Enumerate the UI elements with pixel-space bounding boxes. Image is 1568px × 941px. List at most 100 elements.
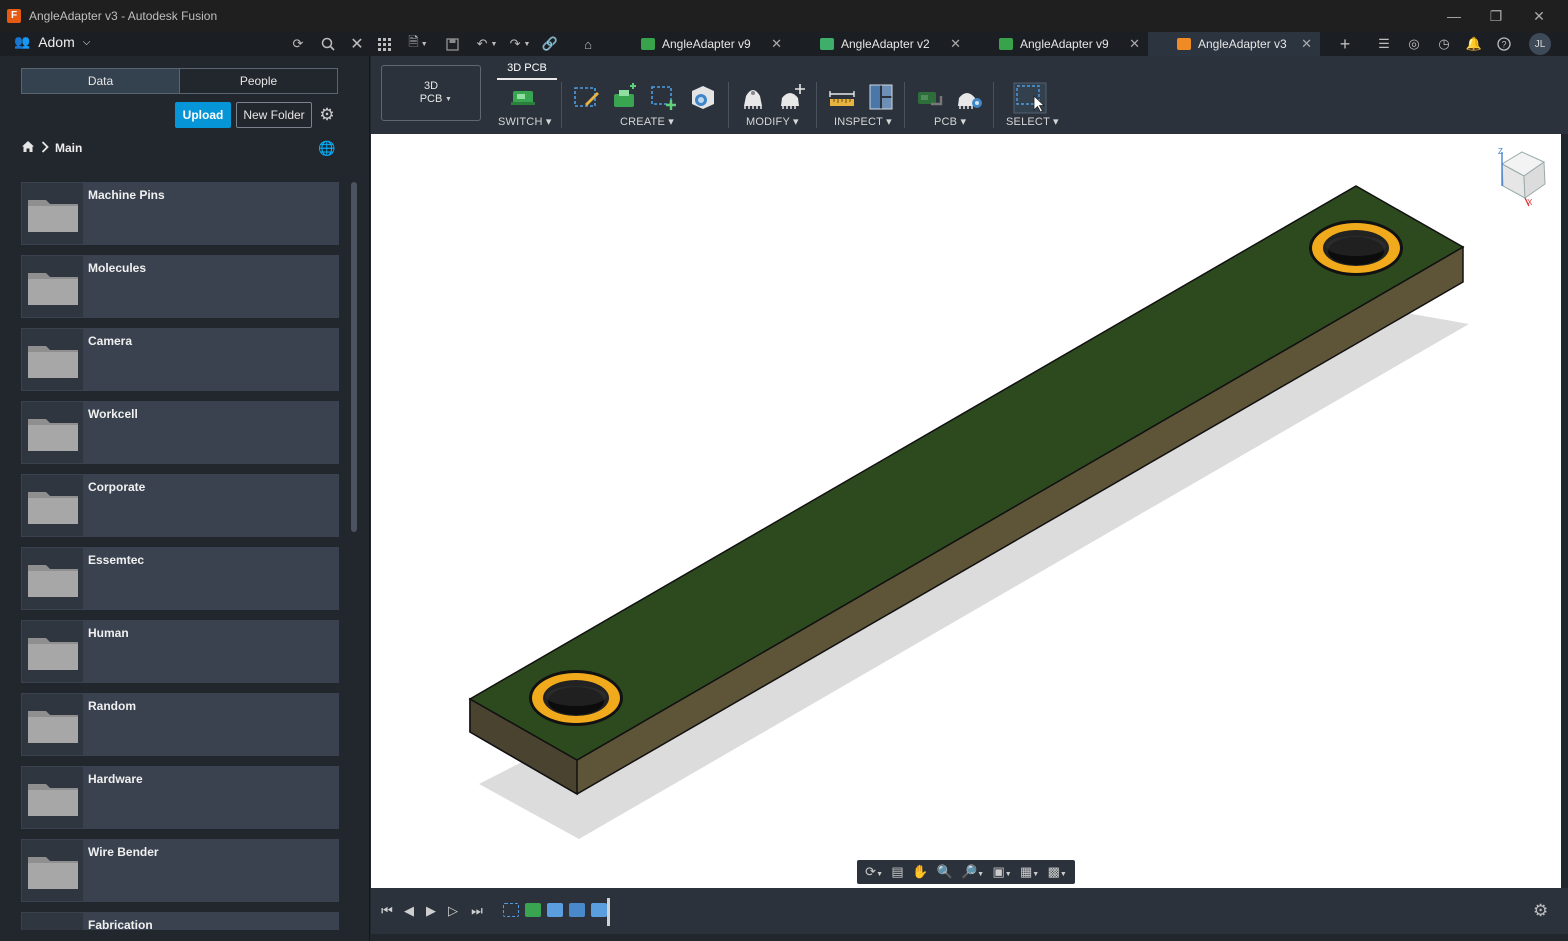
create-component-icon[interactable]: [610, 82, 640, 112]
save-icon[interactable]: [442, 34, 462, 54]
close-panel-icon[interactable]: ✕: [347, 34, 367, 54]
timeline-feature-model-icon[interactable]: [547, 903, 563, 917]
timeline-feature-model-icon[interactable]: [569, 903, 585, 917]
folder-thumbnail: [22, 840, 83, 901]
timeline-start-icon[interactable]: ⏮: [379, 902, 395, 920]
new-tab-icon[interactable]: +: [1335, 34, 1355, 54]
timeline-play-icon[interactable]: ▶: [423, 902, 439, 920]
timeline-feature-pcb-icon[interactable]: [525, 903, 541, 917]
group-pcb[interactable]: PCB ▾: [934, 115, 966, 128]
minimize-icon[interactable]: —: [1432, 0, 1476, 32]
extensions-icon[interactable]: ☰: [1374, 34, 1394, 54]
notifications-icon[interactable]: 🔔: [1464, 34, 1484, 54]
timeline-feature-outline-icon[interactable]: [503, 903, 519, 917]
select-icon[interactable]: [1013, 82, 1047, 114]
online-status-icon[interactable]: ◎: [1404, 34, 1424, 54]
mounting-hole-pad-2[interactable]: [1309, 220, 1403, 276]
folder-item[interactable]: Machine Pins: [21, 182, 339, 245]
close-icon[interactable]: ✕: [1301, 36, 1312, 52]
folder-item[interactable]: Workcell: [21, 401, 339, 464]
folder-list-scrollbar[interactable]: [351, 182, 357, 532]
team-selector[interactable]: 👥 Adom ⌵: [14, 34, 90, 50]
workspace-switcher[interactable]: 3D PCB ▼: [381, 65, 481, 121]
zoom-icon[interactable]: 🔍: [936, 864, 952, 880]
folder-thumbnail: [22, 913, 83, 930]
group-switch[interactable]: SWITCH ▾: [498, 115, 552, 128]
3d-viewport[interactable]: Z X ⟳▼ ▤ ✋ 🔍 🔎▼ ▣▼ ▦▼ ▩▼: [371, 134, 1561, 888]
globe-icon[interactable]: 🌐: [318, 140, 335, 157]
switch-to-pcb-icon[interactable]: [508, 82, 538, 112]
refresh-icon[interactable]: ⟳: [288, 34, 308, 54]
tab-label: AngleAdapter v2: [841, 37, 930, 51]
search-icon[interactable]: [318, 34, 338, 54]
new-folder-button[interactable]: New Folder: [236, 102, 312, 128]
ribbon-tab-3d-pcb[interactable]: 3D PCB: [497, 58, 557, 80]
board-outline-icon[interactable]: [571, 82, 601, 112]
restore-icon[interactable]: ❐: [1474, 0, 1518, 32]
folder-item[interactable]: Essemtec: [21, 547, 339, 610]
modify-shape-icon[interactable]: [738, 82, 768, 112]
tab-people[interactable]: People: [180, 69, 337, 93]
add-keepout-icon[interactable]: [649, 82, 679, 112]
display-settings-icon[interactable]: ▣▼: [992, 864, 1011, 880]
section-analysis-icon[interactable]: [866, 82, 896, 112]
home-icon[interactable]: ⌂: [578, 34, 598, 54]
group-inspect[interactable]: INSPECT ▾: [834, 115, 892, 128]
folder-item[interactable]: Fabrication: [21, 912, 339, 930]
fusion-logo-icon: F: [7, 9, 21, 23]
push-to-pcb-icon[interactable]: [915, 82, 945, 112]
close-icon[interactable]: ✕: [1517, 0, 1561, 32]
file-menu-icon[interactable]: 🗎 ▼: [405, 34, 431, 54]
folder-item[interactable]: Random: [21, 693, 339, 756]
tab-data[interactable]: Data: [22, 69, 180, 93]
board-top-face: [468, 185, 1465, 761]
document-tab-3[interactable]: AngleAdapter v9 ✕: [990, 32, 1148, 56]
gear-icon[interactable]: ⚙: [1533, 901, 1548, 921]
folder-name: Hardware: [88, 772, 143, 786]
home-icon[interactable]: [21, 140, 35, 156]
look-at-icon[interactable]: ▤: [891, 864, 903, 880]
timeline-marker[interactable]: [607, 898, 610, 926]
gear-icon[interactable]: ⚙: [317, 104, 337, 126]
folder-item[interactable]: Corporate: [21, 474, 339, 537]
top-bar: 👥 Adom ⌵ ⟳ ✕ 🗎 ▼ ↶ ▼ ↷ ▼ 🔗 ⌂ AngleAdapter v…: [0, 32, 1568, 56]
close-icon[interactable]: ✕: [950, 36, 961, 52]
folder-item[interactable]: Wire Bender: [21, 839, 339, 902]
folder-item[interactable]: Camera: [21, 328, 339, 391]
link-icon[interactable]: 🔗: [540, 34, 560, 54]
close-icon[interactable]: ✕: [1129, 36, 1140, 52]
upload-button[interactable]: Upload: [175, 102, 231, 128]
pcb-settings-icon[interactable]: [954, 82, 984, 112]
avatar[interactable]: JL: [1529, 33, 1551, 55]
move-component-icon[interactable]: [777, 82, 807, 112]
document-tab-2[interactable]: AngleAdapter v2 ✕: [811, 32, 969, 56]
group-modify[interactable]: MODIFY ▾: [746, 115, 799, 128]
mounting-hole-pad-1[interactable]: [529, 670, 623, 726]
undo-icon[interactable]: ↶ ▼: [473, 34, 501, 54]
viewports-icon[interactable]: ▩▼: [1048, 864, 1067, 880]
timeline-feature-keepout-icon[interactable]: [591, 903, 607, 917]
fit-icon[interactable]: 🔎▼: [961, 864, 984, 880]
document-tab-4[interactable]: AngleAdapter v3 ✕: [1148, 32, 1320, 56]
measure-icon[interactable]: [827, 82, 857, 112]
orbit-icon[interactable]: ⟳▼: [865, 864, 883, 880]
view-cube[interactable]: Z X: [1498, 147, 1546, 207]
group-create[interactable]: CREATE ▾: [620, 115, 674, 128]
group-select[interactable]: SELECT ▾: [1006, 115, 1059, 128]
document-tab-1[interactable]: AngleAdapter v9 ✕: [632, 32, 790, 56]
grid-icon[interactable]: ▦▼: [1020, 864, 1039, 880]
insert-model-icon[interactable]: [688, 82, 718, 112]
timeline-back-icon[interactable]: ◀: [401, 902, 417, 920]
breadcrumb-current[interactable]: Main: [55, 141, 82, 155]
timeline-forward-icon[interactable]: ▷: [445, 902, 461, 920]
redo-icon[interactable]: ↷ ▼: [506, 34, 534, 54]
folder-item[interactable]: Human: [21, 620, 339, 683]
timeline-end-icon[interactable]: ⏭: [469, 902, 485, 920]
folder-item[interactable]: Hardware: [21, 766, 339, 829]
pan-icon[interactable]: ✋: [912, 864, 928, 880]
help-icon[interactable]: ?: [1494, 34, 1514, 54]
folder-item[interactable]: Molecules: [21, 255, 339, 318]
job-status-icon[interactable]: ◷: [1434, 34, 1454, 54]
apps-grid-icon[interactable]: [374, 34, 394, 54]
close-icon[interactable]: ✕: [771, 36, 782, 52]
